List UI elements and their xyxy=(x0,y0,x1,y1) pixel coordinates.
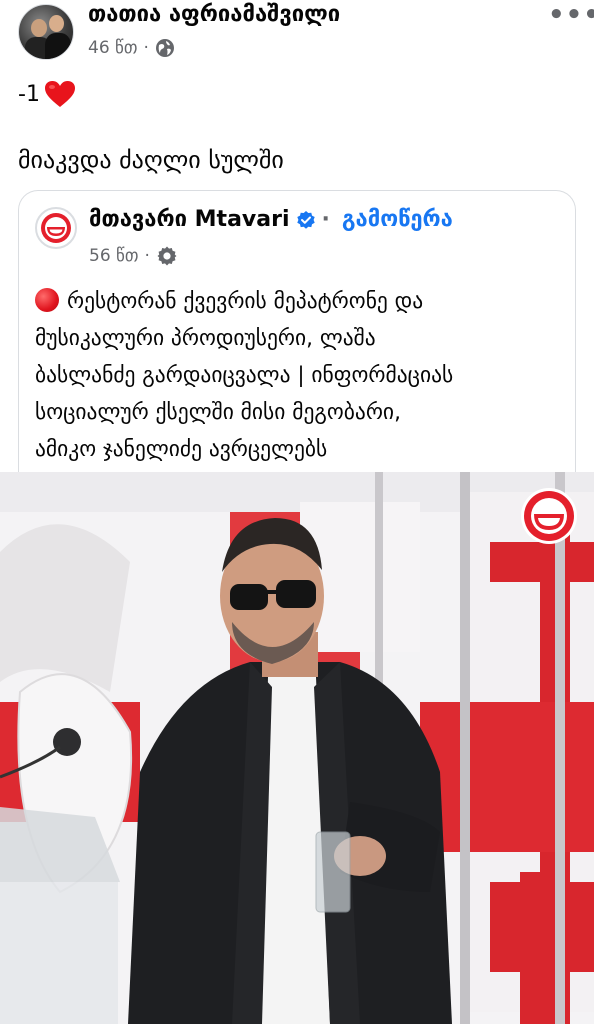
verified-badge-icon xyxy=(296,210,315,229)
more-options-icon[interactable]: ••• xyxy=(548,0,594,30)
post-time[interactable]: 46 წთ xyxy=(88,38,137,58)
gear-icon xyxy=(157,246,177,266)
shared-post-line: რესტორან ქვევრის მეპატრონე და xyxy=(35,283,565,320)
follow-button[interactable]: გამოწერა xyxy=(342,207,453,232)
post-text: მიაკვდა ძაღლი სულში xyxy=(18,146,284,174)
red-heart-icon xyxy=(44,81,75,107)
shared-post-body: რესტორან ქვევრის მეპატრონე და მუსიკალური… xyxy=(35,283,565,468)
shared-post-line: მუსიკალური პროდიუსერი, ლაშა xyxy=(35,326,376,351)
shared-post-line: სოციალურ ქსელში მისი მეგობარი, xyxy=(35,400,401,425)
shared-post-meta: 56 წთ · xyxy=(89,245,178,267)
mtavari-logo[interactable] xyxy=(35,207,77,249)
reaction-text: -1 xyxy=(18,81,40,107)
shared-post-time[interactable]: 56 წთ xyxy=(89,246,138,266)
post-photo[interactable] xyxy=(0,472,594,1024)
post-header: თათია აფრიამაშვილი 46 წთ · ••• xyxy=(0,0,594,70)
shared-post-line: ბასლანძე გარდაიცვალა | ინფორმაციას xyxy=(35,363,454,388)
shared-post-line: ამიკო ჯანელიძე ავრცელებს xyxy=(35,437,328,462)
globe-icon xyxy=(155,39,174,57)
red-circle-icon xyxy=(35,288,59,312)
reaction-line: -1 xyxy=(18,80,76,108)
author-avatar[interactable] xyxy=(18,4,74,60)
post-meta: 46 წთ · xyxy=(88,38,175,58)
page-name-label[interactable]: მთავარი Mtavari xyxy=(89,207,290,232)
mtavari-logo-icon xyxy=(41,213,71,243)
shared-post-card[interactable]: მთავარი Mtavari · გამოწერა 56 წთ · რესტო… xyxy=(18,190,576,480)
photo-illustration xyxy=(0,472,594,1024)
author-name[interactable]: თათია აფრიამაშვილი xyxy=(88,2,340,27)
page-name: მთავარი Mtavari · გამოწერა xyxy=(89,207,453,232)
